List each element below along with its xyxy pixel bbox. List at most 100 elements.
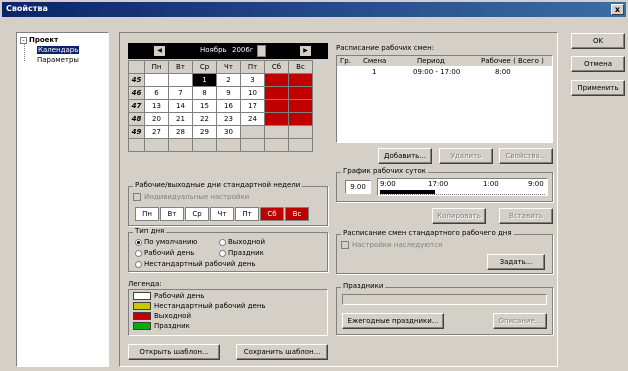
day-graph-legend: График рабочих суток: [341, 167, 428, 175]
table-row[interactable]: 1 09:00 - 17:00 8:00: [337, 67, 552, 77]
calendar-day[interactable]: 30: [216, 125, 241, 139]
calendar-day[interactable]: 15: [192, 99, 217, 113]
calendar-day[interactable]: 21: [168, 112, 193, 126]
tree-line: [24, 44, 25, 61]
ok-button[interactable]: OK: [571, 33, 625, 49]
calendar-day[interactable]: 9: [216, 86, 241, 100]
legend-title: Легенда:: [128, 280, 162, 288]
prev-month-icon[interactable]: ◀: [154, 46, 165, 56]
calendar-day-weekend[interactable]: 5: [288, 73, 313, 87]
calendar-day[interactable]: 10: [240, 86, 265, 100]
inherit-settings-checkbox[interactable]: Настройки наследуются: [341, 241, 442, 249]
radio-work-day-label: Рабочий день: [144, 249, 195, 257]
next-month-icon[interactable]: ▶: [300, 46, 311, 56]
title-bar: Свойства x: [2, 2, 626, 17]
day-hours-field[interactable]: 9.00: [345, 180, 371, 194]
calendar-day[interactable]: 14: [168, 99, 193, 113]
calendar-day[interactable]: [144, 73, 169, 87]
holidays-legend: Праздники: [341, 282, 386, 290]
shifts-title: Расписание рабочих смен:: [336, 44, 435, 52]
radio-holiday-label: Праздник: [228, 249, 264, 257]
calendar-day-weekend[interactable]: 26: [288, 112, 313, 126]
calendar-day-empty: [240, 125, 265, 139]
calendar-day-weekend[interactable]: 12: [288, 86, 313, 100]
calendar-week-row: 47 13 14 15 16 17 18 19: [128, 99, 313, 113]
set-shift-button[interactable]: Задать...: [487, 254, 545, 270]
shift-properties-button[interactable]: Свойства...: [499, 148, 553, 164]
weekday-toggle-thu[interactable]: Чт: [210, 207, 234, 221]
calendar-day[interactable]: 8: [192, 86, 217, 100]
delete-shift-button[interactable]: Удалить: [439, 148, 493, 164]
cancel-button[interactable]: Отмена: [571, 56, 625, 72]
radio-work-day[interactable]: Рабочий день: [135, 249, 194, 257]
holiday-description-button[interactable]: Описание...: [493, 313, 547, 329]
calendar-day[interactable]: 20: [144, 112, 169, 126]
calendar-day-headers: Пн Вт Ср Чт Пт Сб Вс: [128, 60, 313, 74]
calendar-day[interactable]: 3: [240, 73, 265, 87]
week-number: 49: [128, 125, 145, 139]
calendar-day-weekend[interactable]: 11: [264, 86, 289, 100]
weekday-toggle-sat[interactable]: Сб: [260, 207, 284, 221]
tree-root[interactable]: - Проект: [20, 36, 58, 44]
open-template-button[interactable]: Открыть шаблон...: [128, 344, 220, 360]
cell-period: 09:00 - 17:00: [413, 68, 461, 76]
timeline-axis: [380, 194, 545, 195]
radio-default[interactable]: По умолчанию: [135, 238, 197, 246]
weekday-toggle-tue[interactable]: Вт: [160, 207, 184, 221]
weekday-toggle-fri[interactable]: Пт: [235, 207, 259, 221]
calendar-grid: Пн Вт Ср Чт Пт Сб Вс 45 1 2 3 4 5 46 6 7…: [128, 60, 313, 152]
calendar-day[interactable]: [168, 73, 193, 87]
checkbox-icon: [133, 193, 141, 201]
copy-button[interactable]: Копировать: [432, 208, 486, 224]
radio-checked-icon: [135, 238, 142, 246]
week-number: 46: [128, 86, 145, 100]
weekday-toggle-sun[interactable]: Вс: [285, 207, 309, 221]
calendar-year: 2006г: [232, 46, 254, 54]
calendar-day[interactable]: 28: [168, 125, 193, 139]
legend-item-holiday: Праздник: [133, 322, 190, 330]
weekday-toggle-wed[interactable]: Ср: [185, 207, 209, 221]
calendar-day-weekend[interactable]: 25: [264, 112, 289, 126]
swatch-green: [133, 322, 151, 330]
calendar-day-selected[interactable]: 1: [192, 73, 217, 87]
collapse-icon[interactable]: -: [20, 37, 27, 44]
calendar-day[interactable]: 7: [168, 86, 193, 100]
radio-holiday[interactable]: Праздник: [219, 249, 264, 257]
calendar-day[interactable]: 22: [192, 112, 217, 126]
day-header: Сб: [264, 60, 289, 74]
calendar-day[interactable]: 6: [144, 86, 169, 100]
calendar-day[interactable]: 2: [216, 73, 241, 87]
calendar-day[interactable]: 27: [144, 125, 169, 139]
holidays-group: Праздники Ежегодные праздники... Описани…: [336, 282, 553, 335]
calendar-day[interactable]: 23: [216, 112, 241, 126]
cell-work: 8:00: [495, 68, 511, 76]
year-spin-icon[interactable]: [257, 45, 266, 57]
tree-item-parameters[interactable]: Параметры: [37, 56, 79, 64]
shifts-header: Гр. Смена Период Рабочее ( Всего ): [337, 56, 552, 66]
radio-day-off[interactable]: Выходной: [219, 238, 265, 246]
calendar-day[interactable]: 24: [240, 112, 265, 126]
calendar-day-weekend[interactable]: 4: [264, 73, 289, 87]
holidays-field[interactable]: [342, 294, 547, 305]
calendar-day[interactable]: 13: [144, 99, 169, 113]
calendar-day-weekend[interactable]: 18: [264, 99, 289, 113]
day-timeline[interactable]: 9:00 17:00 1:00 9:00: [377, 178, 548, 196]
calendar-day[interactable]: 29: [192, 125, 217, 139]
calendar-day[interactable]: 17: [240, 99, 265, 113]
weekday-toggle-mon[interactable]: Пн: [135, 207, 159, 221]
save-template-button[interactable]: Сохранить шаблон...: [236, 344, 328, 360]
calendar-day[interactable]: 16: [216, 99, 241, 113]
tree-item-calendar[interactable]: Календарь: [37, 46, 80, 54]
individual-settings-checkbox[interactable]: Индивидуальные настройки: [133, 193, 249, 201]
radio-nonstandard-day[interactable]: Нестандартный рабочий день: [135, 260, 256, 268]
apply-button[interactable]: Применить: [571, 80, 625, 96]
calendar-day-empty: [264, 138, 289, 152]
calendar-day-weekend[interactable]: 19: [288, 99, 313, 113]
radio-nonstandard-label: Нестандартный рабочий день: [144, 260, 256, 268]
calendar-week-row: 46 6 7 8 9 10 11 12: [128, 86, 313, 100]
annual-holidays-button[interactable]: Ежегодные праздники...: [342, 313, 444, 329]
paste-button[interactable]: Вставить: [499, 208, 553, 224]
radio-icon: [135, 260, 142, 268]
close-button[interactable]: x: [611, 4, 624, 15]
add-shift-button[interactable]: Добавить...: [378, 148, 432, 164]
